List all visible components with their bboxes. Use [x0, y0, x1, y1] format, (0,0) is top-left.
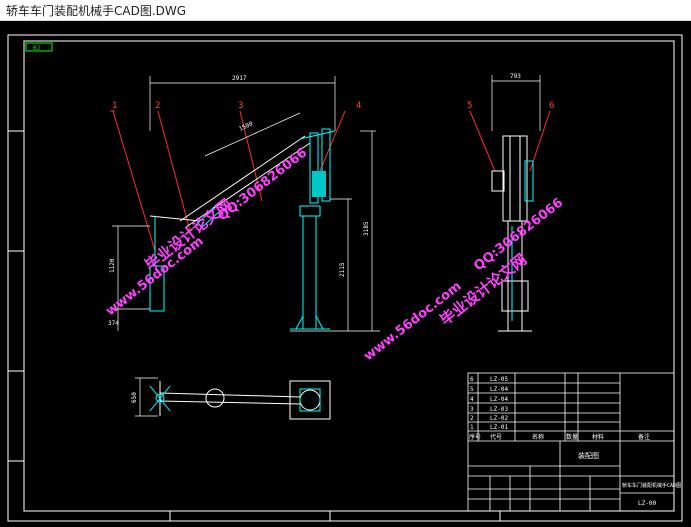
corner-tag: 0J	[33, 45, 40, 52]
dim-side-width-label: 793	[510, 73, 521, 80]
dim-plan-width	[135, 377, 158, 417]
part-no: 3	[470, 406, 474, 413]
part-no: 6	[470, 376, 474, 383]
part-code: LZ-05	[490, 376, 508, 383]
part-code: LZ-02	[490, 415, 508, 422]
dim-side-width	[491, 75, 541, 131]
cad-drawing: 0J 2917 1 2 3 4 1500 2115 3185 1120 374 …	[7, 34, 683, 522]
window-title: 轿车车门装配机械手CAD图.DWG	[6, 4, 187, 18]
header-cell: 代号	[490, 433, 502, 441]
watermark-qq-left: QQ:306826066	[215, 145, 310, 224]
balloon-3: 3	[238, 101, 243, 111]
header-cell: 材料	[592, 433, 604, 441]
title-block-grid	[467, 372, 675, 512]
dim-arm-label: 1500	[238, 120, 254, 133]
balloon-2: 2	[155, 101, 160, 111]
balloon-4: 4	[356, 101, 361, 111]
part-code: LZ-01	[490, 424, 508, 431]
part-code: LZ-03	[490, 406, 508, 413]
part-code: LZ-04	[490, 386, 508, 393]
watermark-right: www.56doc.com 毕业设计论文网 QQ:306826066	[361, 195, 566, 364]
part-code: LZ-04	[490, 396, 508, 403]
cylinder-fill	[312, 171, 326, 197]
watermark-left: www.56doc.com 毕业设计论文网 QQ:306826066	[103, 145, 310, 319]
product-name: 轿车车门装配机械手CAD图	[622, 482, 681, 489]
part-no: 1	[470, 424, 474, 431]
dim-plan-label: 650	[131, 392, 138, 403]
parts-header: 序号 代号 名称 数量 材料 备注	[469, 433, 650, 441]
part-no: 5	[470, 386, 474, 393]
parts-list: 6 LZ-05 5 LZ-04 4 LZ-04 3 LZ-03 2 LZ-02 …	[470, 376, 508, 431]
dim-left-label: 1120	[109, 258, 116, 273]
dim-left-small-label: 374	[108, 320, 119, 327]
dim-heights	[112, 130, 380, 332]
header-cell: 名称	[532, 433, 544, 441]
part-no: 2	[470, 415, 474, 422]
dim-column-label: 2115	[339, 262, 346, 277]
drawing-no: LZ-00	[638, 500, 656, 507]
header-cell: 序号	[469, 433, 481, 441]
part-no: 4	[470, 396, 474, 403]
cad-canvas[interactable]: 0J 2917 1 2 3 4 1500 2115 3185 1120 374 …	[0, 21, 691, 527]
balloon-1: 1	[112, 101, 117, 111]
window-titlebar: 轿车车门装配机械手CAD图.DWG	[0, 0, 691, 21]
plan-view	[159, 380, 331, 420]
outer-frame	[7, 34, 683, 522]
balloon-5: 5	[467, 101, 472, 111]
plan-mechanism	[149, 385, 321, 412]
header-cell: 数量	[566, 433, 578, 441]
header-cell: 备注	[638, 433, 650, 441]
drawing-name: 装配图	[578, 451, 599, 460]
dim-total-label: 3185	[363, 221, 370, 236]
balloon-6: 6	[549, 101, 554, 111]
dim-top-width-label: 2917	[232, 75, 247, 82]
